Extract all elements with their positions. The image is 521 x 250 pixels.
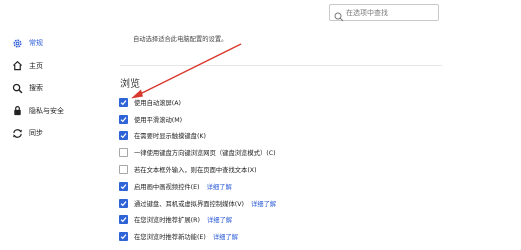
option-label: 使用平滑滚动(M) (134, 116, 183, 124)
caret-browsing-checkbox[interactable] (119, 148, 128, 158)
option-label: 使用自动滚屏(A) (134, 99, 182, 107)
sidebar-item-privacy[interactable]: 隐私与安全 (12, 100, 92, 123)
sidebar-item-label: 常规 (29, 39, 43, 48)
option-media-control: 通过键盘、耳机或虚拟界面控制媒体(V) 详细了解 (119, 195, 276, 212)
media-control-checkbox[interactable] (119, 198, 128, 208)
option-picture-in-picture: 启用画中画视频控件(E) 详细了解 (119, 178, 276, 195)
sidebar-item-home[interactable]: 主页 (12, 55, 92, 78)
option-caret-browsing: 一律使用键盘方向键浏览网页（键盘浏览模式）(C) (119, 144, 276, 161)
smooth-scroll-checkbox[interactable] (119, 114, 128, 124)
learn-more-link[interactable]: 详细了解 (207, 182, 232, 191)
search-box[interactable] (329, 4, 439, 22)
check-icon (120, 200, 127, 206)
lock-icon (12, 105, 23, 116)
sidebar-item-label: 同步 (29, 129, 43, 138)
option-recommend-extensions: 在您浏览时推荐扩展(R) 详细了解 (119, 212, 276, 229)
sidebar: 常规 主页 搜索 隐私与安全 同步 (12, 32, 92, 145)
search-input[interactable] (346, 5, 436, 20)
option-label: 在您浏览时推荐扩展(R) (134, 217, 200, 225)
sidebar-item-label: 主页 (29, 61, 43, 70)
sidebar-item-sync[interactable]: 同步 (12, 122, 92, 145)
option-label: 启用画中画视频控件(E) (134, 183, 200, 191)
section-divider (120, 65, 442, 66)
browsing-options: 使用自动滚屏(A) 使用平滑滚动(M) 在需要时显示触摸键盘(K) 一律使用键盘… (119, 94, 276, 245)
check-icon (120, 184, 127, 190)
option-label: 一律使用键盘方向键浏览网页（键盘浏览模式）(C) (134, 150, 276, 158)
option-label: 若在文本框外输入，则在页面中查找文本(X) (134, 167, 257, 175)
option-smooth-scroll: 使用平滑滚动(M) (119, 111, 276, 128)
learn-more-link[interactable]: 详细了解 (251, 199, 276, 208)
browsing-section-title: 浏览 (120, 79, 140, 90)
sidebar-item-general[interactable]: 常规 (12, 32, 92, 55)
check-icon (120, 100, 127, 106)
check-icon (120, 234, 127, 240)
learn-more-link[interactable]: 详细了解 (213, 232, 238, 241)
sidebar-item-label: 搜索 (29, 84, 43, 93)
option-label: 在需要时显示触摸键盘(K) (134, 133, 207, 141)
search-icon (334, 7, 346, 22)
search-icon (12, 83, 23, 94)
autoscroll-checkbox[interactable] (119, 97, 128, 107)
check-icon (120, 217, 127, 223)
option-recommend-features: 在您浏览时推荐新功能(E) 详细了解 (119, 228, 276, 245)
gear-icon (12, 38, 23, 49)
touch-keyboard-checkbox[interactable] (119, 131, 128, 141)
check-icon (120, 116, 127, 122)
option-find-as-you-type: 若在文本框外输入，则在页面中查找文本(X) (119, 161, 276, 178)
recommend-extensions-checkbox[interactable] (119, 215, 128, 225)
sync-icon (12, 128, 23, 139)
performance-note: 自动选择适合此电脑配置的设置。 (133, 36, 228, 43)
check-icon (120, 133, 127, 139)
sidebar-item-search[interactable]: 搜索 (12, 77, 92, 100)
option-label: 通过键盘、耳机或虚拟界面控制媒体(V) (134, 200, 244, 208)
option-autoscroll: 使用自动滚屏(A) (119, 94, 276, 111)
sidebar-item-label: 隐私与安全 (29, 106, 64, 115)
learn-more-link[interactable]: 详细了解 (207, 215, 232, 224)
find-as-you-type-checkbox[interactable] (119, 165, 128, 175)
home-icon (12, 60, 23, 71)
recommend-features-checkbox[interactable] (119, 232, 128, 242)
option-label: 在您浏览时推荐新功能(E) (134, 234, 206, 242)
picture-in-picture-checkbox[interactable] (119, 181, 128, 191)
option-touch-keyboard: 在需要时显示触摸键盘(K) (119, 128, 276, 145)
